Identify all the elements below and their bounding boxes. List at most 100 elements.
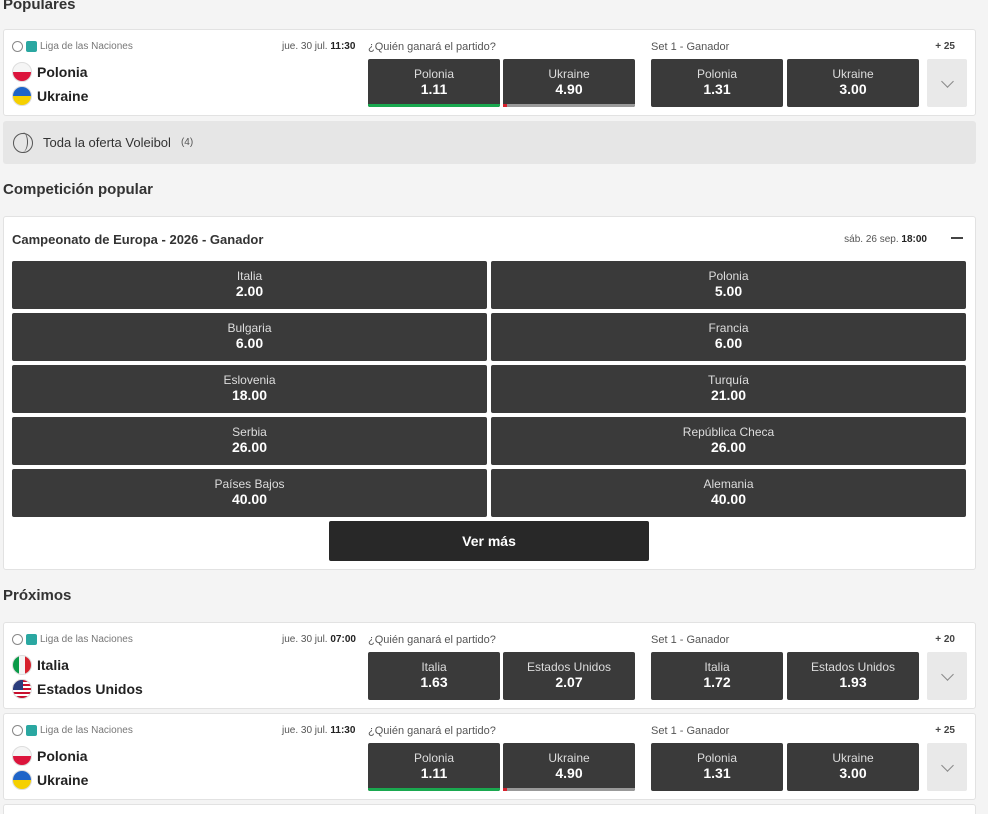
outcome-odd: 21.00 [710,387,747,403]
more-markets-link[interactable]: + 25 [935,41,955,52]
odd-button[interactable]: Ukraine 3.00 [787,743,919,791]
odd-value: 3.00 [839,81,867,97]
outcome-button[interactable]: Bulgaria 6.00 [12,313,487,361]
outcome-name: Alemania [703,477,754,491]
odd-value: 2.07 [555,674,583,690]
trend-down-indicator [503,104,635,107]
away-team[interactable]: Ukraine [12,86,88,106]
odd-name: Ukraine [832,67,874,81]
event-card: Liga de las Naciones jue. 30 jul. 11:30 … [3,29,976,116]
more-markets-link[interactable]: + 25 [935,725,955,736]
home-team[interactable]: Italia [12,655,69,675]
odd-button[interactable]: Polonia 1.31 [651,59,783,107]
outcome-name: República Checa [682,425,775,439]
volleyball-icon [13,131,33,153]
market-label-set1: Set 1 - Ganador [651,634,730,646]
event-league: Liga de las Naciones [12,634,133,645]
event-league: Liga de las Naciones [12,725,133,736]
ukraine-flag-icon [12,770,32,790]
sportsbook-page: Populares Liga de las Naciones jue. 30 j… [0,0,988,814]
home-team-name: Polonia [37,64,88,80]
odd-name: Estados Unidos [526,660,612,674]
expand-markets-button[interactable] [927,59,967,107]
outcome-button[interactable]: Turquía 21.00 [491,365,966,413]
outcome-button[interactable]: Países Bajos 40.00 [12,469,487,517]
league-name: Liga de las Naciones [40,41,133,52]
odd-name: Polonia [413,67,455,81]
all-volleyball-offer-link[interactable]: Toda la oferta Voleibol (4) [3,121,976,164]
odd-button[interactable]: Estados Unidos 2.07 [503,652,635,700]
outcome-odd: 40.00 [231,491,268,507]
odd-button[interactable]: Italia 1.72 [651,652,783,700]
odd-button[interactable]: Ukraine 3.00 [787,59,919,107]
outcome-odd: 6.00 [235,335,264,351]
odd-button[interactable]: Estados Unidos 1.93 [787,652,919,700]
outcome-odd: 18.00 [231,387,268,403]
chevron-down-icon [940,74,954,88]
odd-value: 1.93 [839,674,867,690]
odd-button[interactable]: Ukraine 4.90 [503,743,635,791]
see-more-button[interactable]: Ver más [329,521,649,561]
odd-button[interactable]: Polonia 1.11 [368,743,500,791]
outcome-button[interactable]: Eslovenia 18.00 [12,365,487,413]
home-team-name: Italia [37,657,69,673]
outcome-button[interactable]: República Checa 26.00 [491,417,966,465]
competition-date: sáb. 26 sep. 18:00 [844,234,927,245]
odd-value: 1.72 [703,674,731,690]
event-card [3,804,976,814]
outcome-odd: 26.00 [231,439,268,455]
odd-button[interactable]: Italia 1.63 [368,652,500,700]
more-markets-link[interactable]: + 20 [935,634,955,645]
odd-button[interactable]: Polonia 1.31 [651,743,783,791]
all-offer-count: (4) [180,137,194,148]
odd-name: Polonia [696,751,738,765]
event-date: jue. 30 jul. 11:30 [282,41,355,52]
expand-markets-button[interactable] [927,743,967,791]
section-title-upcoming: Próximos [3,587,72,604]
outcome-odd: 6.00 [714,335,743,351]
outcome-name: Países Bajos [214,477,285,491]
away-team[interactable]: Ukraine [12,770,88,790]
competition-card: Campeonato de Europa - 2026 - Ganador sá… [3,216,976,570]
volleyball-icon [12,725,23,736]
home-team[interactable]: Polonia [12,62,88,82]
outcome-button[interactable]: Polonia 5.00 [491,261,966,309]
event-date-day: jue. 30 jul. [282,41,328,52]
away-team[interactable]: Estados Unidos [12,679,143,699]
outcome-odd: 26.00 [710,439,747,455]
odd-name: Ukraine [548,751,590,765]
home-team[interactable]: Polonia [12,746,88,766]
outcome-name: Eslovenia [223,373,276,387]
competition-title: Campeonato de Europa - 2026 - Ganador [12,232,264,247]
outcome-button[interactable]: Francia 6.00 [491,313,966,361]
trend-down-indicator [503,788,635,791]
outcome-button[interactable]: Alemania 40.00 [491,469,966,517]
odd-name: Italia [704,660,730,674]
poland-flag-icon [12,746,32,766]
home-team-name: Polonia [37,748,88,764]
collapse-icon[interactable] [949,231,965,245]
odd-value: 1.31 [703,81,731,97]
odd-name: Italia [421,660,447,674]
outcome-odd: 40.00 [710,491,747,507]
outcome-button[interactable]: Serbia 26.00 [12,417,487,465]
expand-markets-button[interactable] [927,652,967,700]
odd-button[interactable]: Ukraine 4.90 [503,59,635,107]
event-date: jue. 30 jul. 11:30 [282,725,355,736]
outcome-odd: 5.00 [714,283,743,299]
outcome-button[interactable]: Italia 2.00 [12,261,487,309]
outcome-name: Italia [236,269,263,283]
italy-flag-icon [12,655,32,675]
outcome-name: Turquía [708,373,749,387]
market-label-set1: Set 1 - Ganador [651,725,730,737]
poland-flag-icon [12,62,32,82]
outcome-odd: 2.00 [235,283,264,299]
competition-time: 18:00 [901,234,927,245]
away-team-name: Estados Unidos [37,681,143,697]
odd-name: Polonia [696,67,738,81]
outcome-name: Bulgaria [227,321,272,335]
odd-button[interactable]: Polonia 1.11 [368,59,500,107]
outcome-name: Francia [708,321,749,335]
odd-value: 4.90 [555,81,583,97]
chevron-down-icon [940,758,954,772]
